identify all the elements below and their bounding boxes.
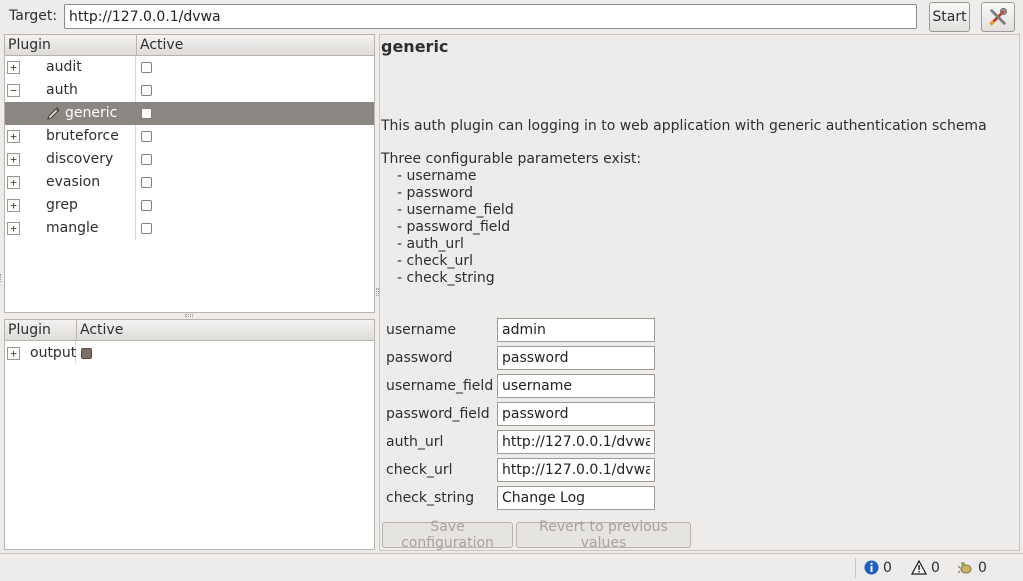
active-checkbox[interactable] — [141, 200, 152, 211]
expand-icon[interactable]: + — [7, 176, 20, 189]
plugin-detail-pane — [379, 34, 1020, 551]
tools-icon — [989, 7, 1008, 26]
plugin-row[interactable]: + evasion — [5, 171, 374, 194]
save-configuration-button[interactable]: Save configuration — [382, 519, 513, 551]
plugin-description: This auth plugin can logging in to web a… — [381, 118, 987, 134]
param-list-item: - check_string — [397, 270, 495, 286]
form-label: password — [386, 350, 453, 366]
column-header-plugin[interactable]: Plugin — [5, 35, 136, 56]
collapse-icon[interactable]: − — [7, 84, 20, 97]
plugin-row[interactable]: + bruteforce — [5, 125, 374, 148]
plugin-row[interactable]: + output — [5, 342, 374, 365]
info-icon — [864, 560, 879, 575]
plugin-name: evasion — [46, 174, 101, 190]
plugin-name: grep — [46, 197, 78, 213]
output-plugin-tree: Plugin Active + output — [4, 319, 375, 550]
error-status[interactable]: 0 — [957, 558, 987, 578]
plugin-title: generic — [381, 37, 449, 56]
plugin-name: audit — [46, 59, 82, 75]
plugin-row[interactable]: + discovery — [5, 148, 374, 171]
bug-icon — [957, 562, 972, 574]
params-intro: Three configurable parameters exist: — [381, 151, 642, 167]
active-checkbox[interactable] — [81, 348, 92, 359]
form-label: auth_url — [386, 434, 444, 450]
form-label: password_field — [386, 406, 490, 422]
expand-icon[interactable]: + — [7, 153, 20, 166]
warning-icon — [910, 559, 928, 575]
param-list-item: - password_field — [397, 219, 511, 235]
plugin-row[interactable]: + mangle — [5, 217, 374, 240]
param-list-item: - auth_url — [397, 236, 464, 252]
plugin-list: + audit − auth generic + bruteforce + discovery +… — [5, 56, 374, 240]
plugin-name: auth — [46, 82, 78, 98]
plugin-tree: Plugin Active + audit − auth generic + brutefo… — [4, 34, 375, 313]
expand-icon[interactable]: + — [7, 347, 20, 360]
param-list-item: - password — [397, 185, 473, 201]
active-checkbox[interactable] — [141, 154, 152, 165]
plugin-name: generic — [65, 105, 118, 121]
auth-url-input[interactable] — [497, 430, 655, 454]
column-header-plugin[interactable]: Plugin — [5, 320, 76, 341]
target-label: Target: — [9, 8, 58, 24]
password-input[interactable] — [497, 346, 655, 370]
param-list-item: - check_url — [397, 253, 474, 269]
param-list-item: - username_field — [397, 202, 514, 218]
username-field-input[interactable] — [497, 374, 655, 398]
plugin-name: discovery — [46, 151, 114, 167]
active-checkbox[interactable] — [141, 131, 152, 142]
revert-button[interactable]: Revert to previous values — [516, 519, 691, 551]
form-label: check_url — [386, 462, 453, 478]
form-label: username_field — [386, 378, 494, 394]
plugin-row[interactable]: − auth — [5, 79, 374, 102]
active-checkbox[interactable] — [141, 62, 152, 73]
info-count: 0 — [883, 560, 892, 576]
expand-icon[interactable]: + — [7, 61, 20, 74]
status-bar: 0 0 0 — [0, 553, 1023, 581]
plugin-name: mangle — [46, 220, 99, 236]
plugin-row[interactable]: generic — [5, 102, 374, 125]
plugin-row[interactable]: + grep — [5, 194, 374, 217]
error-count: 0 — [978, 560, 987, 576]
target-url-input[interactable] — [64, 4, 917, 29]
config-button[interactable] — [981, 2, 1015, 32]
expand-icon[interactable]: + — [7, 199, 20, 212]
form-label: check_string — [386, 490, 475, 506]
plugin-name: output — [30, 345, 77, 361]
check-url-input[interactable] — [497, 458, 655, 482]
password-field-input[interactable] — [497, 402, 655, 426]
expand-icon[interactable]: + — [7, 130, 20, 143]
username-input[interactable] — [497, 318, 655, 342]
active-checkbox[interactable] — [141, 177, 152, 188]
pane-resize-handle[interactable] — [185, 314, 193, 317]
active-checkbox[interactable] — [141, 223, 152, 234]
pencil-icon — [47, 107, 60, 120]
param-list-item: - username — [397, 168, 477, 184]
warning-status[interactable]: 0 — [910, 558, 940, 578]
column-header-active[interactable]: Active — [76, 320, 374, 341]
expand-icon[interactable]: + — [7, 222, 20, 235]
param-list: - username - password - username_field - pa… — [397, 168, 514, 287]
plugin-name: bruteforce — [46, 128, 119, 144]
active-checkbox[interactable] — [141, 85, 152, 96]
output-plugin-list: + output — [5, 342, 374, 365]
plugin-row[interactable]: + audit — [5, 56, 374, 79]
column-header-active[interactable]: Active — [136, 35, 374, 56]
check-string-input[interactable] — [497, 486, 655, 510]
form-label: username — [386, 322, 456, 338]
start-button[interactable]: Start — [929, 2, 970, 32]
info-status[interactable]: 0 — [864, 558, 892, 578]
pane-resize-handle[interactable] — [0, 274, 2, 282]
active-checkbox[interactable] — [141, 108, 152, 119]
warning-count: 0 — [931, 560, 940, 576]
